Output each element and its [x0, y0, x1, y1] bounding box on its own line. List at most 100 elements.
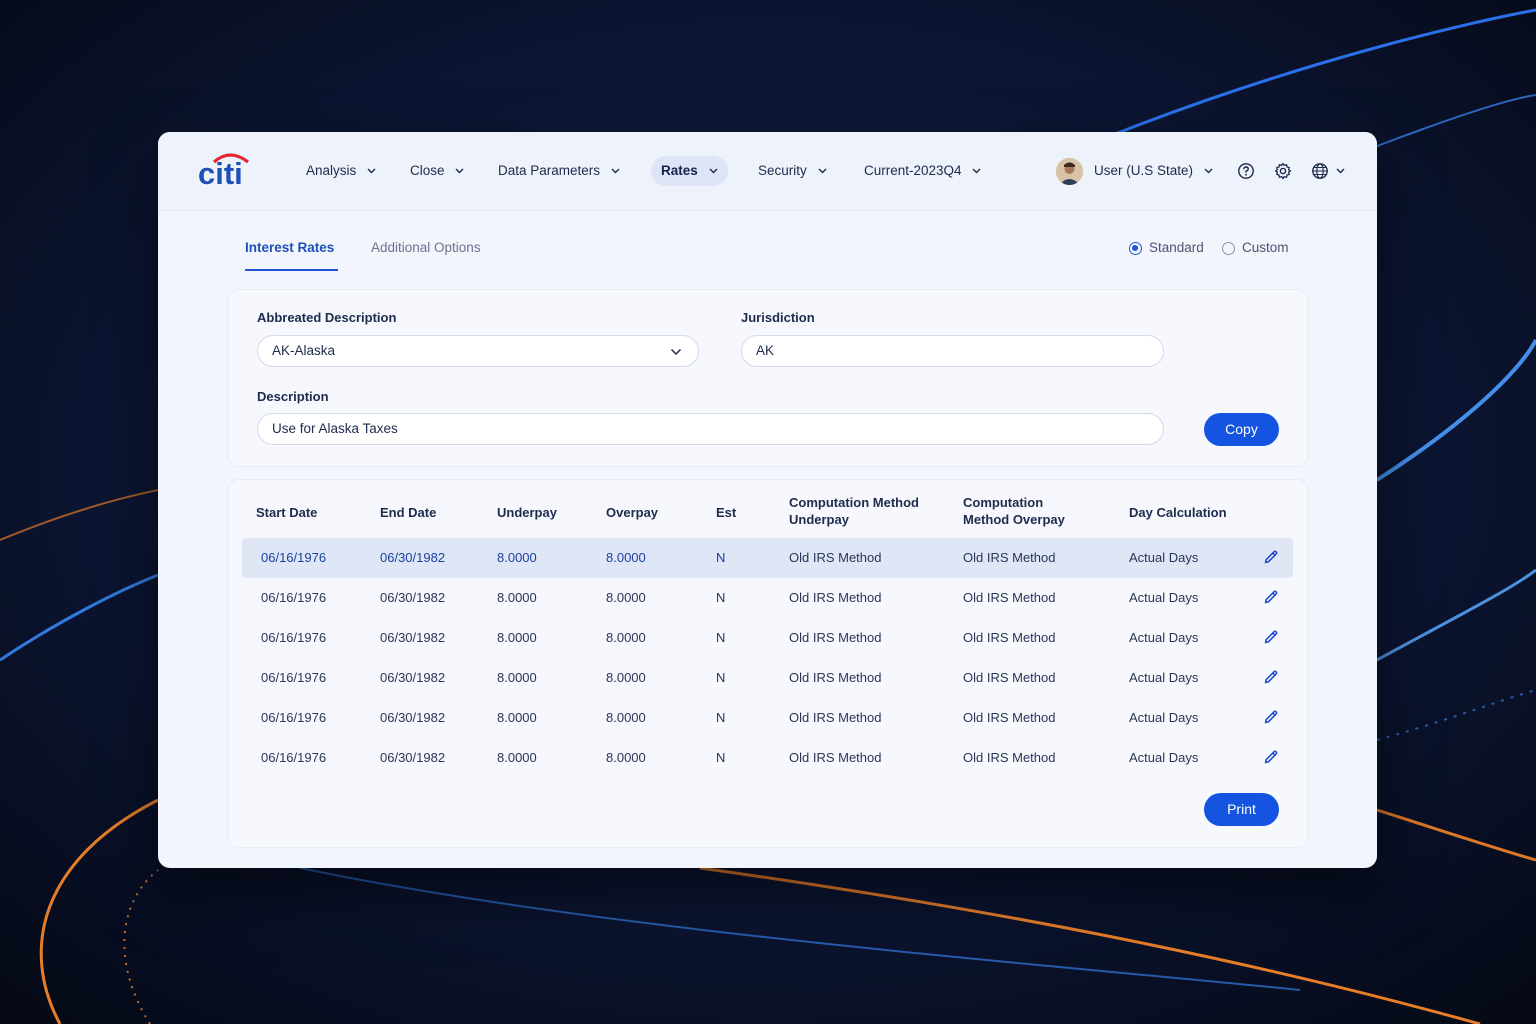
edit-pencil-icon[interactable]	[1263, 669, 1279, 685]
user-menu-label: User (U.S State)	[1094, 163, 1194, 178]
description-label: Description	[257, 389, 329, 404]
cell-day-calculation: Actual Days	[1129, 550, 1199, 565]
cell-method-underpay: Old IRS Method	[789, 750, 882, 765]
cell-method-underpay: Old IRS Method	[789, 630, 882, 645]
table-row[interactable]: 06/16/1976 06/30/1982 8.0000 8.0000 N Old IRS…	[242, 658, 1293, 698]
user-avatar-icon	[1056, 158, 1083, 185]
cell-underpay: 8.0000	[497, 750, 537, 765]
cell-end-date: 06/30/1982	[380, 750, 446, 765]
nav-rates[interactable]: Rates	[651, 156, 728, 186]
nav-analysis[interactable]: Analysis	[306, 156, 376, 186]
print-button[interactable]: Print	[1204, 793, 1279, 826]
cell-est: N	[716, 750, 726, 765]
cell-day-calculation: Actual Days	[1129, 590, 1199, 605]
nav-rates-label: Rates	[661, 163, 698, 178]
edit-pencil-icon[interactable]	[1263, 629, 1279, 645]
cell-day-calculation: Actual Days	[1129, 750, 1199, 765]
nav-data-parameters[interactable]: Data Parameters	[498, 156, 620, 186]
column-header-est[interactable]: Est	[716, 504, 736, 521]
chevron-down-icon	[972, 168, 981, 174]
edit-pencil-icon[interactable]	[1263, 709, 1279, 725]
cell-overpay: 8.0000	[606, 670, 646, 685]
cell-underpay: 8.0000	[497, 710, 537, 725]
radio-custom[interactable]: Custom	[1222, 240, 1289, 255]
nav-analysis-label: Analysis	[306, 163, 357, 178]
logo-text: citi	[198, 156, 243, 191]
column-header-day-calculation[interactable]: Day Calculation	[1129, 504, 1227, 521]
radio-standard[interactable]: Standard	[1129, 240, 1204, 255]
cell-end-date: 06/30/1982	[380, 550, 446, 565]
table-row-selected[interactable]: 06/16/1976 06/30/1982 8.0000 8.0000 N Old IRS…	[242, 538, 1293, 578]
edit-pencil-icon[interactable]	[1263, 549, 1279, 565]
gear-icon[interactable]	[1274, 162, 1292, 180]
column-header-method-underpay[interactable]: Computation Method Underpay	[789, 494, 919, 528]
citi-logo[interactable]: citi	[198, 152, 254, 190]
description-field[interactable]: Use for Alaska Taxes	[257, 413, 1164, 445]
jurisdiction-label: Jurisdiction	[741, 310, 815, 325]
cell-start-date: 06/16/1976	[261, 630, 327, 645]
abbreviated-description-select[interactable]: AK-Alaska	[257, 335, 699, 367]
table-row[interactable]: 06/16/1976 06/30/1982 8.0000 8.0000 N Old IRS…	[242, 618, 1293, 658]
edit-pencil-icon[interactable]	[1263, 589, 1279, 605]
edit-pencil-icon[interactable]	[1263, 749, 1279, 765]
active-tab-indicator	[245, 269, 338, 271]
cell-est: N	[716, 590, 726, 605]
cell-day-calculation: Actual Days	[1129, 630, 1199, 645]
nav-security-label: Security	[758, 163, 807, 178]
cell-method-underpay: Old IRS Method	[789, 550, 882, 565]
table-row[interactable]: 06/16/1976 06/30/1982 8.0000 8.0000 N Old IRS…	[242, 738, 1293, 778]
chevron-down-icon	[709, 168, 718, 174]
abbreviated-description-label: Abbreated Description	[257, 310, 397, 325]
nav-close[interactable]: Close	[410, 156, 464, 186]
table-row[interactable]: 06/16/1976 06/30/1982 8.0000 8.0000 N Old IRS…	[242, 578, 1293, 618]
nav-security[interactable]: Security	[758, 156, 827, 186]
cell-underpay: 8.0000	[497, 590, 537, 605]
globe-icon[interactable]	[1311, 162, 1329, 180]
cell-overpay: 8.0000	[606, 710, 646, 725]
cell-overpay: 8.0000	[606, 590, 646, 605]
chevron-down-icon	[611, 168, 620, 174]
column-header-overpay[interactable]: Overpay	[606, 504, 658, 521]
cell-day-calculation: Actual Days	[1129, 710, 1199, 725]
jurisdiction-field[interactable]: AK	[741, 335, 1164, 367]
cell-method-overpay: Old IRS Method	[963, 550, 1056, 565]
nav-data-parameters-label: Data Parameters	[498, 163, 601, 178]
cell-start-date: 06/16/1976	[261, 550, 327, 565]
cell-underpay: 8.0000	[497, 630, 537, 645]
nav-period-label: Current-2023Q4	[864, 163, 962, 178]
tab-interest-rates[interactable]: Interest Rates	[245, 240, 334, 255]
cell-est: N	[716, 710, 726, 725]
help-circle-icon[interactable]	[1237, 162, 1255, 180]
column-header-method-overpay[interactable]: Computation Method Overpay	[963, 494, 1083, 528]
cell-end-date: 06/30/1982	[380, 670, 446, 685]
cell-est: N	[716, 670, 726, 685]
cell-overpay: 8.0000	[606, 630, 646, 645]
cell-underpay: 8.0000	[497, 670, 537, 685]
cell-underpay: 8.0000	[497, 550, 537, 565]
chevron-down-icon	[670, 348, 682, 356]
app-window: citi Analysis Close Data Parameters Rate…	[158, 132, 1377, 868]
cell-method-underpay: Old IRS Method	[789, 590, 882, 605]
table-row[interactable]: 06/16/1976 06/30/1982 8.0000 8.0000 N Old IRS…	[242, 698, 1293, 738]
cell-method-underpay: Old IRS Method	[789, 710, 882, 725]
chevron-down-icon	[455, 168, 464, 174]
chevron-down-icon	[818, 168, 827, 174]
copy-button[interactable]: Copy	[1204, 413, 1279, 446]
rate-form-card: Abbreated Description AK-Alaska Jurisdic…	[228, 289, 1308, 467]
column-header-end-date[interactable]: End Date	[380, 504, 436, 521]
top-nav-bar: citi Analysis Close Data Parameters Rate…	[158, 132, 1377, 211]
column-header-start-date[interactable]: Start Date	[256, 504, 317, 521]
tab-additional-options[interactable]: Additional Options	[371, 240, 481, 255]
nav-period[interactable]: Current-2023Q4	[864, 156, 981, 186]
cell-method-underpay: Old IRS Method	[789, 670, 882, 685]
chevron-down-icon[interactable]	[1336, 168, 1345, 174]
avatar[interactable]	[1056, 158, 1083, 185]
cell-start-date: 06/16/1976	[261, 670, 327, 685]
user-menu[interactable]: User (U.S State)	[1094, 156, 1213, 186]
cell-start-date: 06/16/1976	[261, 750, 327, 765]
cell-overpay: 8.0000	[606, 750, 646, 765]
cell-method-overpay: Old IRS Method	[963, 630, 1056, 645]
cell-overpay: 8.0000	[606, 550, 646, 565]
column-header-underpay[interactable]: Underpay	[497, 504, 557, 521]
cell-end-date: 06/30/1982	[380, 630, 446, 645]
